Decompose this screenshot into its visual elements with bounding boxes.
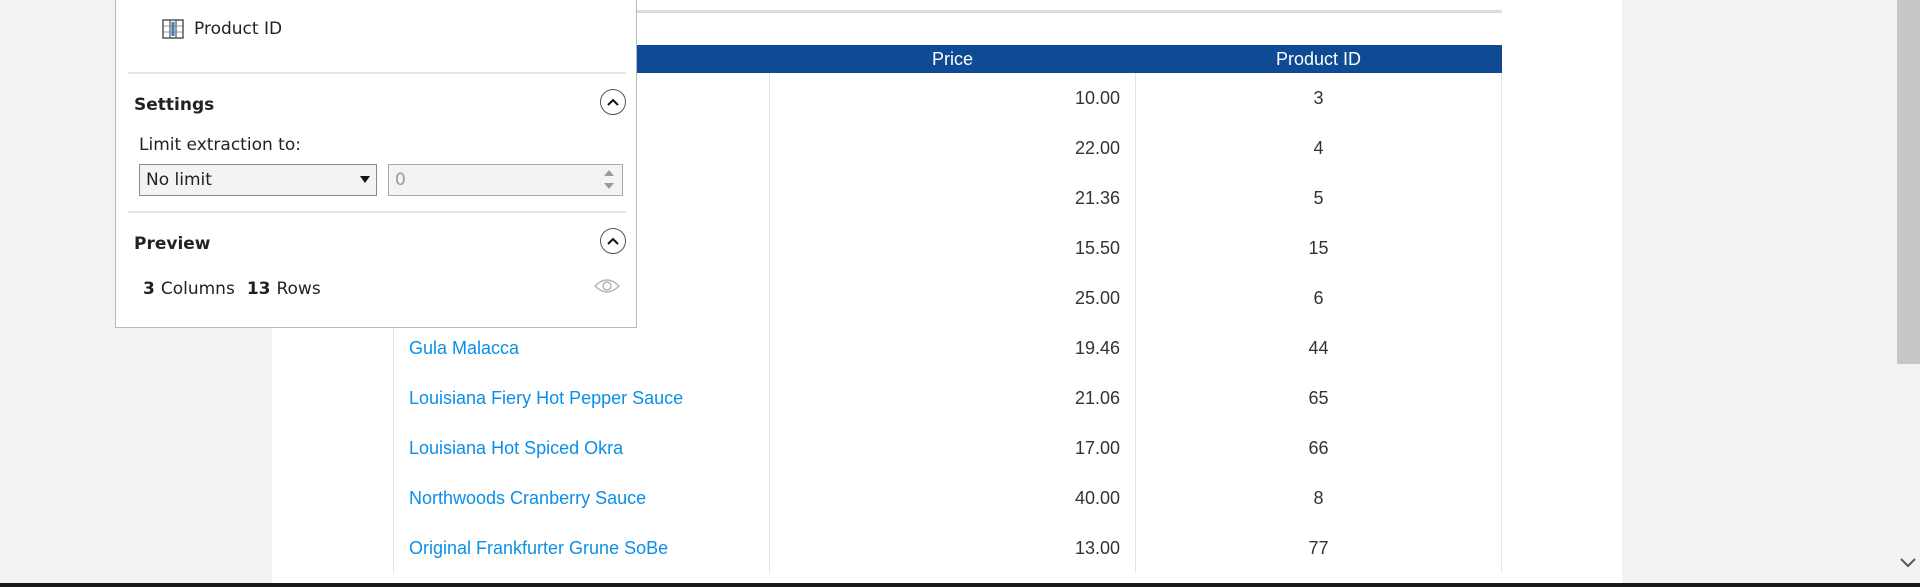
price-cell: 22.00 (769, 123, 1136, 173)
table-row: Louisiana Hot Spiced Okra 17.00 66 (393, 423, 1502, 473)
price-cell: 19.46 (769, 323, 1136, 373)
settings-divider (128, 72, 626, 74)
price-cell: 17.00 (769, 423, 1136, 473)
limit-select-value: No limit (146, 170, 212, 190)
preview-divider (128, 211, 626, 213)
product-id-cell: 44 (1135, 323, 1502, 373)
preview-collapse-button[interactable] (600, 228, 626, 254)
bottom-edge-bar (0, 583, 1920, 587)
product-id-cell: 65 (1135, 373, 1502, 423)
table-row: Northwoods Cranberry Sauce 40.00 8 (393, 473, 1502, 523)
price-cell: 15.50 (769, 223, 1136, 273)
increment-arrow-icon[interactable] (604, 170, 614, 176)
product-id-cell: 3 (1135, 73, 1502, 123)
price-cell: 13.00 (769, 523, 1136, 573)
product-id-cell: 4 (1135, 123, 1502, 173)
product-id-cell: 8 (1135, 473, 1502, 523)
product-name-link[interactable]: Original Frankfurter Grune SoBe (393, 523, 770, 573)
limit-count-input[interactable]: 0 (388, 164, 623, 196)
header-product-id[interactable]: Product ID (1135, 45, 1502, 73)
dropdown-arrow-icon (360, 176, 370, 183)
eye-icon[interactable] (594, 277, 620, 295)
rows-count: 13 (246, 279, 271, 299)
preview-title: Preview (134, 234, 211, 254)
chevron-up-icon (607, 98, 619, 106)
field-label: Product ID (194, 19, 283, 39)
settings-title: Settings (134, 95, 215, 115)
columns-count: 3 (143, 279, 155, 299)
price-cell: 21.36 (769, 173, 1136, 223)
table-row: Gula Malacca 19.46 44 (393, 323, 1502, 373)
columns-label: Columns (160, 279, 235, 299)
decrement-arrow-icon[interactable] (604, 183, 614, 189)
field-item-product-id[interactable]: Product ID (162, 19, 282, 39)
price-cell: 25.00 (769, 273, 1136, 323)
price-cell: 21.06 (769, 373, 1136, 423)
price-cell: 40.00 (769, 473, 1136, 523)
header-price[interactable]: Price (769, 45, 1136, 73)
settings-collapse-button[interactable] (600, 89, 626, 115)
limit-label: Limit extraction to: (139, 135, 301, 155)
product-id-cell: 6 (1135, 273, 1502, 323)
limit-count-value: 0 (395, 170, 406, 190)
column-field-icon (162, 19, 184, 39)
table-row: Original Frankfurter Grune SoBe 13.00 77 (393, 523, 1502, 573)
product-id-cell: 15 (1135, 223, 1502, 273)
extraction-panel: Product ID Settings Limit extraction to:… (115, 0, 637, 328)
product-name-link[interactable]: Northwoods Cranberry Sauce (393, 473, 770, 523)
rows-label: Rows (276, 279, 321, 299)
limit-select[interactable]: No limit (139, 164, 377, 196)
product-id-cell: 5 (1135, 173, 1502, 223)
product-name-link[interactable]: Louisiana Hot Spiced Okra (393, 423, 770, 473)
table-row: Louisiana Fiery Hot Pepper Sauce 21.06 65 (393, 373, 1502, 423)
price-cell: 10.00 (769, 73, 1136, 123)
preview-stats: 3 Columns 13 Rows (143, 279, 321, 299)
product-name-link[interactable]: Louisiana Fiery Hot Pepper Sauce (393, 373, 770, 423)
product-id-cell: 77 (1135, 523, 1502, 573)
scrollbar-thumb[interactable] (1897, 0, 1920, 364)
chevron-up-icon (607, 237, 619, 245)
product-name-link[interactable]: Gula Malacca (393, 323, 770, 373)
chevron-down-icon[interactable] (1896, 550, 1920, 576)
top-divider (636, 10, 1502, 13)
product-id-cell: 66 (1135, 423, 1502, 473)
